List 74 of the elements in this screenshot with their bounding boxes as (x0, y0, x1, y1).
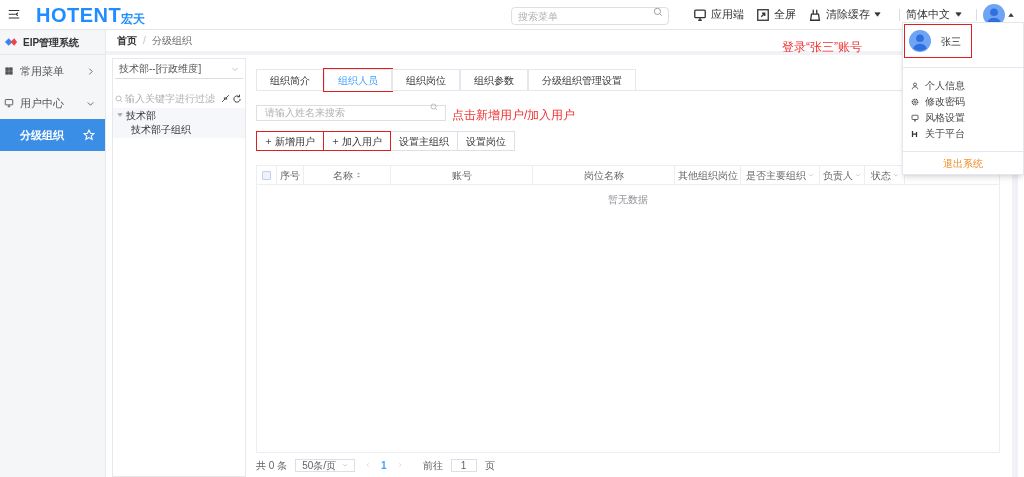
user-name: 张三 (941, 34, 961, 49)
toolbar-button[interactable]: 清除缓存 (808, 6, 881, 23)
monitor-icon (911, 113, 919, 122)
column-header: 序号 (277, 166, 304, 184)
tab[interactable]: 组织岗位 (392, 69, 460, 91)
chevron-down-icon (808, 172, 814, 178)
toolbar-button[interactable]: 设置岗位 (457, 131, 515, 151)
column-header: 账号 (391, 166, 533, 184)
chevron-down-icon (342, 462, 349, 468)
chevron-right-icon (86, 66, 95, 76)
tree-filter-field[interactable]: 输入关键字进行过滤 (125, 91, 219, 106)
menu-item[interactable]: 关于平台 (903, 126, 1023, 141)
toolbar-button[interactable]: 设置主组织 (390, 131, 458, 151)
tree-node[interactable]: 技术部子组织 (131, 121, 191, 137)
dimension-dropdown[interactable]: 技术部--[行政维度] (115, 59, 243, 79)
menu-item[interactable]: 个人信息 (903, 78, 1023, 93)
member-search-field[interactable]: 请输入姓名来搜索 (256, 104, 446, 121)
toolbar-button[interactable]: 新增用户 (256, 131, 324, 151)
caret-icon (874, 11, 881, 18)
annotation-text: 登录“张三”账号 (782, 39, 862, 56)
search-icon (653, 6, 663, 17)
page-size-dropdown[interactable]: 50条/页 (295, 458, 356, 472)
tab[interactable]: 分级组织管理设置 (528, 69, 636, 91)
chevron-down-icon (892, 172, 899, 178)
plus-icon (332, 137, 339, 145)
refresh-icon (232, 93, 242, 104)
grid-icon (4, 66, 14, 76)
person-icon (911, 81, 919, 90)
breadcrumb-link[interactable]: 首页 (117, 33, 137, 48)
diamond-logo-icon (4, 37, 18, 47)
system-name: EIP管理系统 (23, 35, 80, 50)
avatar-icon (909, 30, 931, 52)
select-all-checkbox[interactable] (262, 170, 271, 180)
page-suffix: 页 (484, 458, 495, 473)
column-header: 其他组织岗位 (675, 166, 741, 184)
monitor-icon (693, 7, 707, 22)
sidebar-item[interactable]: 常用菜单 (0, 55, 105, 87)
brand-logo: HOTENT宏天 (36, 4, 146, 25)
sort-icon (354, 171, 362, 179)
menu-item[interactable]: 风格设置 (903, 110, 1023, 125)
toolbar-button[interactable]: 加入用户 (323, 131, 391, 151)
column-header[interactable]: 是否主要组织 (741, 166, 820, 184)
expand-icon (756, 7, 770, 22)
sidebar-item[interactable]: 用户中心 (0, 87, 105, 119)
toolbar-button[interactable]: 应用端 (693, 6, 744, 23)
total-count: 共 0 条 (256, 458, 288, 473)
column-header: 岗位名称 (533, 166, 675, 184)
star-icon (83, 129, 95, 141)
chevron-right-icon (396, 462, 403, 468)
gear-icon (911, 97, 919, 106)
toolbar-button[interactable]: 全屏 (756, 6, 796, 23)
monitor-icon (4, 98, 14, 108)
empty-table-message: 暂无数据 (607, 193, 649, 207)
caret-icon (1008, 11, 1014, 18)
caret-icon (955, 11, 962, 18)
language-dropdown[interactable]: 简体中文 (906, 6, 962, 23)
goto-page-field[interactable]: 1 (450, 458, 477, 472)
search-icon (115, 94, 123, 103)
annotation-text: 点击新增用户/加入用户 (452, 107, 576, 124)
broom-icon (808, 7, 822, 22)
column-header[interactable]: 名称 (304, 166, 391, 184)
menu-item[interactable]: 修改密码 (903, 94, 1023, 109)
plus-icon (265, 137, 272, 145)
tree-node[interactable]: 技术部 (126, 107, 156, 123)
goto-label: 前往 (422, 458, 443, 473)
h-logo-icon (911, 129, 919, 138)
menu-icon (7, 8, 21, 21)
chevron-down-icon (855, 172, 861, 178)
menu-search-field[interactable]: 搜索菜单 (511, 7, 669, 25)
search-icon (430, 103, 438, 111)
column-header[interactable]: 负责人 (820, 166, 865, 184)
tab[interactable]: 组织参数 (460, 69, 528, 91)
chevron-left-icon (365, 462, 372, 468)
breadcrumb-separator: / (143, 34, 146, 48)
